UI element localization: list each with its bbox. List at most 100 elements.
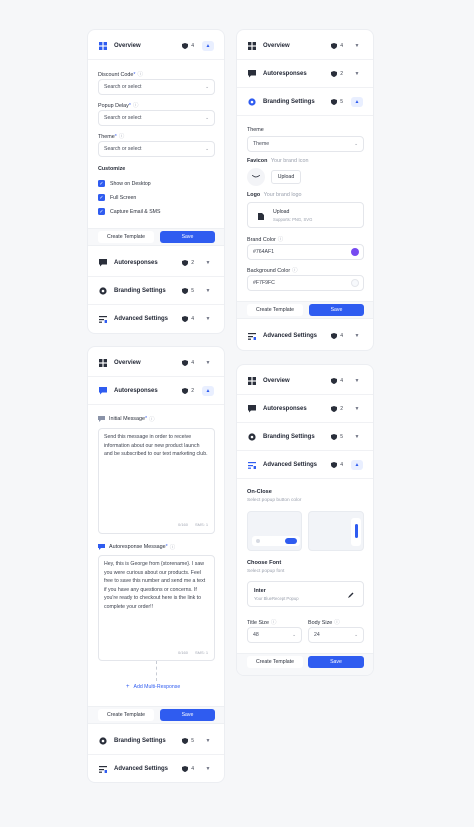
preview-vertical-button [355,524,358,538]
chevron-down-icon[interactable]: ▼ [351,41,363,51]
overview-title: Overview [114,42,141,49]
check-icon: ✓ [98,194,105,201]
save-button[interactable]: Save [309,304,364,316]
branding-settings-row[interactable]: Branding Settings 5 ▲ [237,88,373,116]
title-size-select[interactable]: 48 ⌄ [247,627,302,643]
background-color-swatch[interactable] [351,279,359,287]
initial-message-label: Initial Message * ⓘ [98,415,154,423]
grid-icon [98,41,108,51]
chevron-down-icon[interactable]: ▼ [202,258,214,268]
autoresponse-message-textarea[interactable]: Hey, this is George from {storename}. I … [98,555,215,661]
autoresponses-row[interactable]: Autoresponses 2 ▼ [237,60,373,88]
initial-message-char-count: 0/160 [178,522,189,527]
save-button[interactable]: Save [160,231,215,243]
overview-count-badge: 4 [331,377,343,384]
autoresponses-row[interactable]: Autoresponses 2 ▼ [237,395,373,423]
chevron-down-icon[interactable]: ▼ [351,331,363,341]
branding-settings-row[interactable]: Branding Settings 5 ▼ [88,277,224,305]
chevron-down-icon[interactable]: ▼ [351,404,363,414]
branding-settings-row[interactable]: Branding Settings 5 ▼ [88,727,224,755]
shield-icon [182,316,189,322]
popup-button-option-right[interactable] [308,511,364,551]
create-template-button[interactable]: Create Template [247,304,303,316]
shield-icon [182,287,189,294]
title-size-label: Title Size ⓘ [247,620,277,626]
discount-code-select[interactable]: Search or select ⌄ [98,79,215,95]
theme-select[interactable]: Search or select ⌄ [98,141,215,157]
advanced-title: Advanced Settings [114,316,169,322]
shield-icon [182,42,189,49]
preview-dot [256,539,260,543]
advanced-title: Advanced Settings [263,461,318,468]
on-close-heading: On-Close [247,489,272,495]
chevron-up-icon[interactable]: ▲ [202,40,214,51]
branding-title: Branding Settings [114,287,166,294]
branding-settings-row[interactable]: Branding Settings 5 ▼ [237,423,373,451]
chevron-up-icon[interactable]: ▲ [351,459,363,470]
chevron-down-icon: ⌄ [205,146,209,151]
autoresponses-title: Autoresponses [263,70,307,77]
chat-icon [98,386,108,396]
advanced-settings-row[interactable]: Advanced Settings 4 ▼ [237,322,373,350]
chat-icon [247,404,257,414]
shield-icon [182,359,189,366]
settings-panel-advanced: Overview 4 ▼ Autoresponses 2 ▼ Branding … [236,364,374,676]
chevron-down-icon: ⌄ [205,115,209,120]
overview-row[interactable]: Overview 4 ▲ [88,32,224,60]
help-icon: ⓘ [270,620,277,626]
popup-button-option-left[interactable] [247,511,302,551]
check-icon: ✓ [98,180,105,187]
chat-icon [98,258,108,268]
overview-row[interactable]: Overview 4 ▼ [88,349,224,377]
plus-icon: + [126,684,130,690]
capture-email-sms-checkbox[interactable]: ✓ Capture Email & SMS [98,208,160,215]
chevron-up-icon[interactable]: ▲ [202,385,214,396]
chevron-up-icon[interactable]: ▲ [351,96,363,107]
create-template-button[interactable]: Create Template [247,656,303,668]
overview-title: Overview [263,42,290,49]
help-icon: ⓘ [137,72,143,78]
favicon-upload-button[interactable]: Upload [271,170,301,184]
chevron-down-icon[interactable]: ▼ [351,432,363,442]
autoresponses-row[interactable]: Autoresponses 2 ▲ [88,377,224,405]
choose-font-subtitle: Select popup font [247,569,285,574]
create-template-button[interactable]: Create Template [98,231,154,243]
branding-count-badge: 5 [331,98,343,105]
chevron-down-icon[interactable]: ▼ [202,736,214,746]
full-screen-checkbox[interactable]: ✓ Full Screen [98,194,136,201]
autoresponses-row[interactable]: Autoresponses 2 ▼ [88,249,224,277]
message-icon [98,416,105,422]
popup-delay-select[interactable]: Search or select ⌄ [98,110,215,126]
show-on-desktop-checkbox[interactable]: ✓ Show on Desktop [98,180,151,187]
help-icon: ⓘ [292,268,298,274]
theme-select[interactable]: Theme ⌄ [247,136,364,152]
brand-color-input[interactable]: #764AF1 [247,244,364,260]
autoresponse-char-count: 0/160 [178,650,189,655]
advanced-count-badge: 4 [182,766,194,772]
autoresponse-sms-count: SMS: 1 [195,650,209,655]
body-size-select[interactable]: 24 ⌄ [308,627,364,643]
chevron-down-icon[interactable]: ▼ [202,358,214,368]
save-button[interactable]: Save [308,656,364,668]
connector-line [156,661,157,681]
chevron-down-icon[interactable]: ▼ [351,376,363,386]
brand-color-swatch[interactable] [351,248,359,256]
advanced-settings-row[interactable]: Advanced Settings 4 ▲ [237,451,373,479]
initial-message-textarea[interactable]: Send this message in order to receive in… [98,428,215,534]
autoresponse-message-text: Hey, this is George from {storename}. I … [104,561,206,610]
chevron-down-icon[interactable]: ▼ [202,764,214,774]
advanced-settings-row[interactable]: Advanced Settings 4 ▼ [88,755,224,782]
logo-upload-box[interactable]: Upload Supports: PNG, SVG [247,202,364,228]
overview-row[interactable]: Overview 4 ▼ [237,32,373,60]
advanced-count-badge: 4 [182,316,194,322]
background-color-input[interactable]: #F7F9FC [247,275,364,291]
chevron-down-icon[interactable]: ▼ [202,286,214,296]
chevron-down-icon[interactable]: ▼ [351,69,363,79]
chevron-down-icon[interactable]: ▼ [202,314,214,324]
advanced-settings-row[interactable]: Advanced Settings 4 ▼ [88,305,224,333]
add-multi-response-link[interactable]: + Add Multi-Response [126,684,180,690]
save-button[interactable]: Save [160,709,215,721]
font-picker[interactable]: Inter Your BlueRecept Popup [247,581,364,607]
overview-row[interactable]: Overview 4 ▼ [237,367,373,395]
create-template-button[interactable]: Create Template [98,709,154,721]
